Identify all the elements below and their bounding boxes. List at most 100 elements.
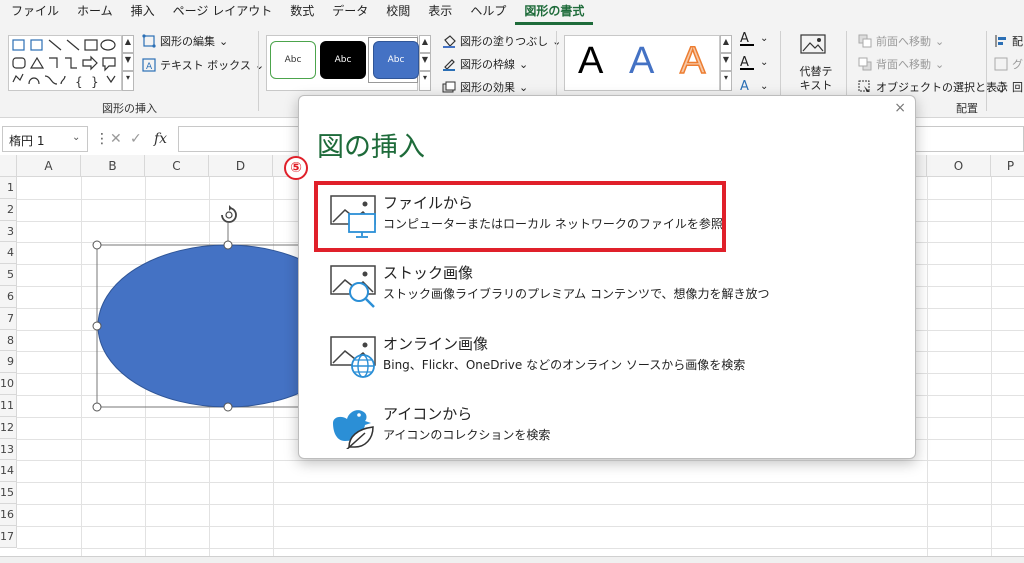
tab-formulas[interactable]: 数式 <box>281 0 323 25</box>
row-header[interactable]: 2 <box>0 198 17 221</box>
row-header[interactable]: 12 <box>0 416 17 439</box>
icons-icon <box>333 410 374 449</box>
shape-effects-label: 図形の効果 <box>460 81 515 94</box>
tab-review[interactable]: 校閲 <box>377 0 419 25</box>
text-fill-icon[interactable]: A <box>740 31 754 46</box>
tab-shape-format[interactable]: 図形の書式 <box>515 0 594 25</box>
wordart-expand[interactable]: ▾ <box>720 71 732 91</box>
column-header[interactable]: O <box>927 155 991 177</box>
column-header[interactable]: B <box>81 155 145 177</box>
option-online-images[interactable]: オンライン画像 Bing、Flickr、OneDrive などのオンライン ソー… <box>329 333 889 389</box>
styles-expand[interactable]: ▾ <box>419 71 431 91</box>
ellipse-shape[interactable] <box>88 205 328 420</box>
column-header[interactable]: C <box>145 155 209 177</box>
option-icons[interactable]: アイコンから アイコンのコレクションを検索 <box>329 403 889 459</box>
tab-view[interactable]: 表示 <box>419 0 461 25</box>
row-header[interactable]: 5 <box>0 264 17 286</box>
row-gridline <box>17 547 1024 549</box>
shape-effects-icon <box>442 81 456 93</box>
send-backward-button[interactable]: 背面へ移動 ⌄ <box>858 56 944 72</box>
tab-home[interactable]: ホーム <box>68 0 122 25</box>
row-header[interactable]: 4 <box>0 242 17 265</box>
tab-file[interactable]: ファイル <box>2 0 68 25</box>
tab-data[interactable]: データ <box>323 0 377 25</box>
row-header[interactable]: 17 <box>0 525 17 548</box>
wordart-style-black[interactable]: A <box>578 39 603 83</box>
align-button[interactable]: 配 <box>994 33 1023 49</box>
text-box-icon: A <box>142 58 156 72</box>
shape-effects-button[interactable]: 図形の効果 ⌄ <box>442 79 528 95</box>
wordart-style-blue[interactable]: A <box>629 39 654 83</box>
row-header[interactable]: 7 <box>0 307 17 330</box>
paint-bucket-icon <box>443 35 456 48</box>
wordart-style-orange[interactable]: A <box>679 39 706 83</box>
close-icon[interactable]: × <box>894 100 906 116</box>
chevron-down-icon: ⌄ <box>519 57 529 71</box>
shape-style-outline[interactable]: Abc <box>270 41 316 79</box>
cancel-icon[interactable]: ✕ <box>110 131 122 147</box>
tab-page-layout[interactable]: ページ レイアウト <box>164 0 282 25</box>
tab-help[interactable]: ヘルプ <box>461 0 515 25</box>
row-header[interactable]: 6 <box>0 286 17 308</box>
send-backward-label: 背面へ移動 <box>876 58 931 71</box>
row-header[interactable]: 15 <box>0 482 17 504</box>
shape-fill-button[interactable]: 図形の塗りつぶし ⌄ <box>442 33 561 49</box>
online-images-icon <box>330 336 376 378</box>
alt-text-button[interactable]: 代替テ キスト <box>794 33 834 103</box>
option-stock-images[interactable]: ストック画像 ストック画像ライブラリのプレミアム コンテンツで、想像力を解き放つ <box>329 262 889 318</box>
chevron-down-icon: ⌄ <box>760 81 769 92</box>
dialog-title: 図の挿入 <box>317 132 425 163</box>
svg-text:A: A <box>146 62 153 72</box>
edit-shape-button[interactable]: 図形の編集 ⌄ <box>142 33 228 49</box>
column-header[interactable]: D <box>209 155 273 177</box>
group-button[interactable]: グル <box>994 56 1024 72</box>
row-header[interactable]: 9 <box>0 351 17 374</box>
sheet-tab-bar <box>0 556 1024 563</box>
select-all-corner[interactable] <box>0 155 17 177</box>
text-outline-icon[interactable]: A <box>740 55 754 70</box>
row-header[interactable]: 1 <box>0 177 17 199</box>
selection-pane-icon <box>858 80 870 92</box>
chevron-down-icon: ⌄ <box>760 33 769 44</box>
row-gridline <box>17 460 1024 462</box>
styles-scroll-down[interactable]: ▼ <box>419 53 431 71</box>
shape-outline-button[interactable]: 図形の枠線 ⌄ <box>442 56 528 72</box>
pen-icon <box>443 59 455 71</box>
enter-icon[interactable]: ✓ <box>130 131 142 147</box>
column-header[interactable]: P <box>991 155 1024 177</box>
shapes-scroll-down[interactable]: ▼ <box>122 53 134 71</box>
more-options-icon[interactable]: ⋮ <box>95 131 109 147</box>
insert-function-icon[interactable]: fx <box>154 131 167 147</box>
row-gridline <box>17 504 1024 505</box>
chevron-down-icon: ⌄ <box>935 57 945 71</box>
edit-shape-icon <box>142 34 156 48</box>
shape-style-black[interactable]: Abc <box>320 41 366 79</box>
rotate-button[interactable]: 回 <box>994 79 1023 95</box>
styles-scroll-up[interactable]: ▲ <box>419 35 431 53</box>
row-header[interactable]: 8 <box>0 329 17 352</box>
text-effects-icon[interactable]: A <box>740 79 749 94</box>
shapes-scroll-up[interactable]: ▲ <box>122 35 134 53</box>
column-header[interactable]: A <box>17 155 81 177</box>
chevron-down-icon[interactable]: ⌄ <box>72 132 80 143</box>
shape-style-blue[interactable]: Abc <box>373 41 419 79</box>
row-header[interactable]: 3 <box>0 220 17 243</box>
shapes-expand[interactable]: ▾ <box>122 71 134 91</box>
rotate-handle-icon[interactable] <box>218 205 240 225</box>
text-box-button[interactable]: A テキスト ボックス ⌄ <box>142 57 264 73</box>
tab-insert[interactable]: 挿入 <box>122 0 164 25</box>
row-header[interactable]: 11 <box>0 395 17 417</box>
option-description: ストック画像ライブラリのプレミアム コンテンツで、想像力を解き放つ <box>383 287 770 301</box>
shapes-gallery-icons: { } <box>12 39 116 89</box>
row-header[interactable]: 10 <box>0 373 17 395</box>
shape-outline-label: 図形の枠線 <box>460 58 515 71</box>
selection-pane-label: オブジェクトの選択と表示 <box>876 81 1008 94</box>
shapes-gallery[interactable]: { } <box>8 35 122 91</box>
wordart-scroll-up[interactable]: ▲ <box>720 35 732 53</box>
option-title: アイコンから <box>383 405 473 423</box>
row-header[interactable]: 13 <box>0 438 17 461</box>
bring-forward-button[interactable]: 前面へ移動 ⌄ <box>858 33 944 49</box>
row-header[interactable]: 14 <box>0 460 17 483</box>
row-header[interactable]: 16 <box>0 504 17 526</box>
wordart-scroll-down[interactable]: ▼ <box>720 53 732 71</box>
